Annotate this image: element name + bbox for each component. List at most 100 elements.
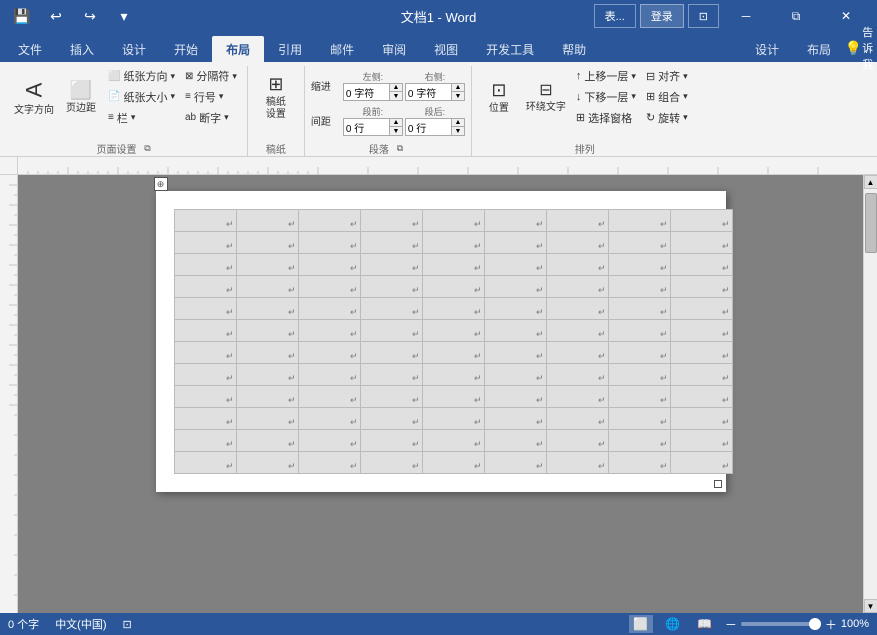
indent-left-up-button[interactable]: ▲ <box>390 84 402 92</box>
table-cell[interactable]: ↵ <box>236 298 298 320</box>
table-cell[interactable]: ↵ <box>236 320 298 342</box>
draft-settings-button[interactable]: ⊞ 稿纸设置 <box>254 66 298 128</box>
table-move-handle[interactable]: ⊕ <box>154 177 168 191</box>
table-cell[interactable]: ↵ <box>484 364 546 386</box>
tab-view[interactable]: 视图 <box>420 36 472 62</box>
table-cell[interactable]: ↵ <box>608 232 670 254</box>
hyphenation-button[interactable]: ab 断字 ▾ <box>181 108 241 128</box>
table-cell[interactable]: ↵ <box>236 452 298 474</box>
profile-button[interactable]: 表... <box>594 4 636 28</box>
table-cell[interactable]: ↵ <box>360 254 422 276</box>
table-cell[interactable]: ↵ <box>608 342 670 364</box>
customize-qat-button[interactable]: ▾ <box>110 2 138 30</box>
table-cell[interactable]: ↵ <box>670 364 732 386</box>
table-cell[interactable]: ↵ <box>546 298 608 320</box>
table-cell[interactable]: ↵ <box>422 320 484 342</box>
table-cell[interactable]: ↵ <box>236 408 298 430</box>
position-button[interactable]: ⊡ 位置 <box>478 66 520 128</box>
table-cell[interactable]: ↵ <box>236 210 298 232</box>
table-cell[interactable]: ↵ <box>670 232 732 254</box>
indent-left-down-button[interactable]: ▼ <box>390 92 402 100</box>
table-cell[interactable]: ↵ <box>236 430 298 452</box>
table-cell[interactable]: ↵ <box>298 386 360 408</box>
table-cell[interactable]: ↵ <box>174 254 236 276</box>
web-view-button[interactable]: 🌐 <box>661 615 685 633</box>
table-cell[interactable]: ↵ <box>422 452 484 474</box>
read-view-button[interactable]: 📖 <box>693 615 717 633</box>
table-cell[interactable]: ↵ <box>670 408 732 430</box>
table-cell[interactable]: ↵ <box>360 298 422 320</box>
table-cell[interactable]: ↵ <box>670 386 732 408</box>
print-view-button[interactable]: ⬜ <box>629 615 653 633</box>
table-cell[interactable]: ↵ <box>484 232 546 254</box>
table-cell[interactable]: ↵ <box>670 254 732 276</box>
table-cell[interactable]: ↵ <box>608 210 670 232</box>
spacing-before-down-button[interactable]: ▼ <box>390 127 402 135</box>
redo-qat-button[interactable]: ↪ <box>76 2 104 30</box>
table-cell[interactable]: ↵ <box>670 452 732 474</box>
group-button[interactable]: ⊞ 组合 ▾ <box>642 87 692 107</box>
tab-review[interactable]: 审阅 <box>368 36 420 62</box>
line-numbers-button[interactable]: ≡ 行号 ▾ <box>181 87 241 107</box>
table-cell[interactable]: ↵ <box>360 210 422 232</box>
table-cell[interactable]: ↵ <box>360 408 422 430</box>
tab-start[interactable]: 开始 <box>160 36 212 62</box>
table-cell[interactable]: ↵ <box>236 386 298 408</box>
table-cell[interactable]: ↵ <box>298 232 360 254</box>
table-cell[interactable]: ↵ <box>422 386 484 408</box>
table-cell[interactable]: ↵ <box>608 430 670 452</box>
spacing-after-input[interactable] <box>406 119 451 135</box>
zoom-slider-thumb[interactable] <box>809 618 821 630</box>
table-cell[interactable]: ↵ <box>546 430 608 452</box>
table-cell[interactable]: ↵ <box>484 276 546 298</box>
table-cell[interactable]: ↵ <box>546 210 608 232</box>
table-cell[interactable]: ↵ <box>484 430 546 452</box>
table-cell[interactable]: ↵ <box>608 452 670 474</box>
tab-file[interactable]: 文件 <box>4 36 56 62</box>
tab-reference[interactable]: 引用 <box>264 36 316 62</box>
table-cell[interactable]: ↵ <box>174 320 236 342</box>
save-qat-button[interactable]: 💾 <box>8 2 36 30</box>
table-cell[interactable]: ↵ <box>484 320 546 342</box>
indent-right-down-button[interactable]: ▼ <box>452 92 464 100</box>
indent-right-up-button[interactable]: ▲ <box>452 84 464 92</box>
table-cell[interactable]: ↵ <box>174 298 236 320</box>
scroll-down-button[interactable]: ▼ <box>864 599 877 613</box>
spacing-after-up-button[interactable]: ▲ <box>452 119 464 127</box>
tab-design2[interactable]: 设计 <box>741 36 793 62</box>
table-cell[interactable]: ↵ <box>670 298 732 320</box>
table-cell[interactable]: ↵ <box>546 408 608 430</box>
table-cell[interactable]: ↵ <box>484 342 546 364</box>
table-cell[interactable]: ↵ <box>422 276 484 298</box>
table-cell[interactable]: ↵ <box>608 364 670 386</box>
table-cell[interactable]: ↵ <box>608 254 670 276</box>
zoom-level[interactable]: 100% <box>841 618 869 630</box>
table-cell[interactable]: ↵ <box>174 232 236 254</box>
tab-layout[interactable]: 布局 <box>212 36 264 62</box>
table-resize-handle[interactable] <box>714 480 722 488</box>
table-cell[interactable]: ↵ <box>670 320 732 342</box>
table-cell[interactable]: ↵ <box>670 276 732 298</box>
restore-button[interactable]: ⧉ <box>773 0 819 32</box>
undo-qat-button[interactable]: ↩ <box>42 2 70 30</box>
vertical-scrollbar[interactable]: ▲ ▼ <box>863 175 877 613</box>
table-cell[interactable]: ↵ <box>298 364 360 386</box>
table-cell[interactable]: ↵ <box>174 408 236 430</box>
tab-design[interactable]: 设计 <box>108 36 160 62</box>
table-cell[interactable]: ↵ <box>422 254 484 276</box>
table-cell[interactable]: ↵ <box>236 342 298 364</box>
table-cell[interactable]: ↵ <box>608 320 670 342</box>
table-cell[interactable]: ↵ <box>484 210 546 232</box>
paper-size-button[interactable]: 📄 纸张大小 ▾ <box>104 87 179 107</box>
tab-mail[interactable]: 邮件 <box>316 36 368 62</box>
table-cell[interactable]: ↵ <box>298 342 360 364</box>
table-cell[interactable]: ↵ <box>484 386 546 408</box>
table-cell[interactable]: ↵ <box>608 408 670 430</box>
minimize-button[interactable]: － <box>723 0 769 32</box>
table-cell[interactable]: ↵ <box>422 364 484 386</box>
table-cell[interactable]: ↵ <box>174 342 236 364</box>
zoom-out-button[interactable]: － <box>725 616 737 633</box>
columns-button[interactable]: ≡ 栏 ▾ <box>104 108 179 128</box>
align-button[interactable]: ⊟ 对齐 ▾ <box>642 66 692 86</box>
wrap-text-button[interactable]: ⊟ 环绕文字 <box>522 66 570 128</box>
